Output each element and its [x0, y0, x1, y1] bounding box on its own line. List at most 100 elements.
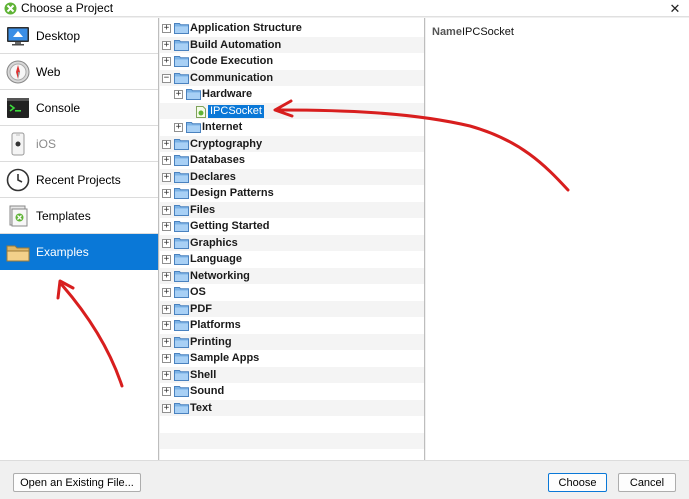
tree-node-os[interactable]: + OS: [160, 285, 424, 301]
category-label: Web: [36, 65, 61, 79]
folder-icon: [174, 188, 189, 199]
expand-icon[interactable]: +: [162, 337, 171, 347]
tree-node-sample-apps[interactable]: + Sample Apps: [160, 351, 424, 367]
expand-icon[interactable]: +: [162, 139, 171, 149]
expand-icon[interactable]: +: [174, 123, 183, 132]
expand-icon[interactable]: +: [162, 288, 171, 297]
expand-icon[interactable]: +: [162, 354, 171, 363]
tree-node-label: PDF: [190, 302, 212, 315]
tree-node-declares[interactable]: + Declares: [160, 170, 424, 186]
tree-node-internet[interactable]: + Internet: [160, 120, 424, 136]
folder-icon: [174, 320, 189, 331]
expand-icon[interactable]: +: [162, 189, 171, 198]
expand-icon[interactable]: +: [162, 238, 171, 248]
tree-node-databases[interactable]: + Databases: [160, 153, 424, 169]
tree-node-label: Sound: [190, 385, 225, 397]
tree-node-application-structure[interactable]: + Application Structure: [160, 21, 424, 37]
details-pane: Name IPCSocket: [426, 18, 689, 460]
folder-icon: [174, 402, 189, 414]
folder-icon: [174, 72, 189, 84]
tree-row-background: [160, 449, 424, 460]
expand-icon[interactable]: +: [162, 370, 171, 380]
folder-icon: [174, 138, 189, 150]
title-bar: Choose a Project ✕: [0, 0, 689, 17]
tree-node-build-automation[interactable]: + Build Automation: [160, 38, 424, 54]
folder-icon: [6, 240, 30, 264]
name-label: Name: [432, 26, 462, 38]
expand-icon[interactable]: +: [174, 90, 183, 99]
expand-icon[interactable]: +: [162, 255, 171, 264]
expand-icon[interactable]: +: [162, 40, 171, 50]
tree-node-files[interactable]: + Files: [160, 203, 424, 219]
category-label: Templates: [36, 209, 91, 223]
close-button[interactable]: ✕: [661, 0, 689, 17]
category-templates[interactable]: Templates: [0, 198, 158, 234]
expand-icon[interactable]: +: [162, 271, 171, 281]
tree-node-pdf[interactable]: + PDF: [160, 302, 424, 318]
tree-node-cryptography[interactable]: + Cryptography: [160, 137, 424, 153]
tree-node-label: Networking: [190, 269, 250, 282]
tree-node-label: Shell: [190, 368, 217, 381]
choose-button[interactable]: Choose: [548, 473, 607, 492]
bottom-bar: Open an Existing File... Choose Cancel: [0, 460, 689, 499]
tree-node-hardware[interactable]: + Hardware: [160, 87, 424, 103]
expand-icon[interactable]: +: [162, 387, 171, 396]
tree-node-label: Build Automation: [190, 38, 282, 51]
folder-icon: [174, 237, 189, 249]
expand-icon[interactable]: +: [162, 156, 171, 165]
tree-node-label: Sample Apps: [190, 352, 260, 364]
expand-icon[interactable]: +: [162, 172, 171, 182]
expand-icon[interactable]: +: [162, 57, 171, 66]
tree-node-label: Getting Started: [190, 220, 270, 232]
tree-node-code-execution[interactable]: + Code Execution: [160, 54, 424, 70]
tree-node-ipcsocket[interactable]: IPCSocket: [160, 104, 424, 120]
open-existing-file-button[interactable]: Open an Existing File...: [13, 473, 141, 492]
expand-icon[interactable]: +: [162, 205, 171, 215]
category-label: Recent Projects: [36, 173, 121, 187]
choose-project-dialog: Choose a Project ✕ Desktop Web Console iOS R…: [0, 0, 689, 499]
tree-node-label: Text: [190, 401, 212, 414]
category-ios[interactable]: iOS: [0, 126, 158, 162]
tree-node-label: Platforms: [190, 319, 241, 331]
tree-node-sound[interactable]: + Sound: [160, 384, 424, 400]
web-icon: [6, 60, 30, 84]
expand-icon[interactable]: +: [162, 304, 171, 314]
tree-node-language[interactable]: + Language: [160, 252, 424, 268]
cancel-button[interactable]: Cancel: [618, 473, 676, 492]
folder-icon: [174, 353, 189, 364]
tree-node-label: OS: [190, 286, 206, 298]
tree-node-label: Application Structure: [190, 22, 302, 34]
expand-icon[interactable]: +: [162, 24, 171, 33]
collapse-icon[interactable]: −: [162, 73, 171, 83]
clock-icon: [6, 168, 30, 192]
tree-node-shell[interactable]: + Shell: [160, 368, 424, 384]
category-desktop[interactable]: Desktop: [0, 18, 158, 54]
tree-node-getting-started[interactable]: + Getting Started: [160, 219, 424, 235]
tree-node-label: Language: [190, 253, 242, 265]
tree-node-design-patterns[interactable]: + Design Patterns: [160, 186, 424, 202]
category-label: Examples: [36, 245, 89, 259]
tree-node-networking[interactable]: + Networking: [160, 269, 424, 285]
templates-icon: [6, 204, 30, 228]
tree-node-label: Design Patterns: [190, 187, 274, 199]
category-label: Console: [36, 101, 81, 115]
tree-node-communication[interactable]: − Communication: [160, 71, 424, 87]
tree-node-text[interactable]: + Text: [160, 401, 424, 417]
expand-icon[interactable]: +: [162, 222, 171, 231]
category-examples[interactable]: Examples: [0, 234, 158, 270]
category-label: Desktop: [36, 29, 81, 43]
category-console[interactable]: Console: [0, 90, 158, 126]
tree-node-label: Internet: [202, 121, 243, 133]
tree-node-label: Databases: [190, 154, 246, 166]
tree-node-platforms[interactable]: + Platforms: [160, 318, 424, 334]
tree-node-graphics[interactable]: + Graphics: [160, 236, 424, 252]
category-web[interactable]: Web: [0, 54, 158, 90]
expand-icon[interactable]: +: [162, 403, 171, 413]
window-title: Choose a Project: [21, 1, 114, 15]
tree-node-printing[interactable]: + Printing: [160, 335, 424, 351]
console-icon: [6, 96, 30, 120]
category-recent-projects[interactable]: Recent Projects: [0, 162, 158, 198]
expand-icon[interactable]: +: [162, 321, 171, 330]
folder-icon: [174, 369, 189, 381]
folder-icon: [174, 221, 189, 232]
